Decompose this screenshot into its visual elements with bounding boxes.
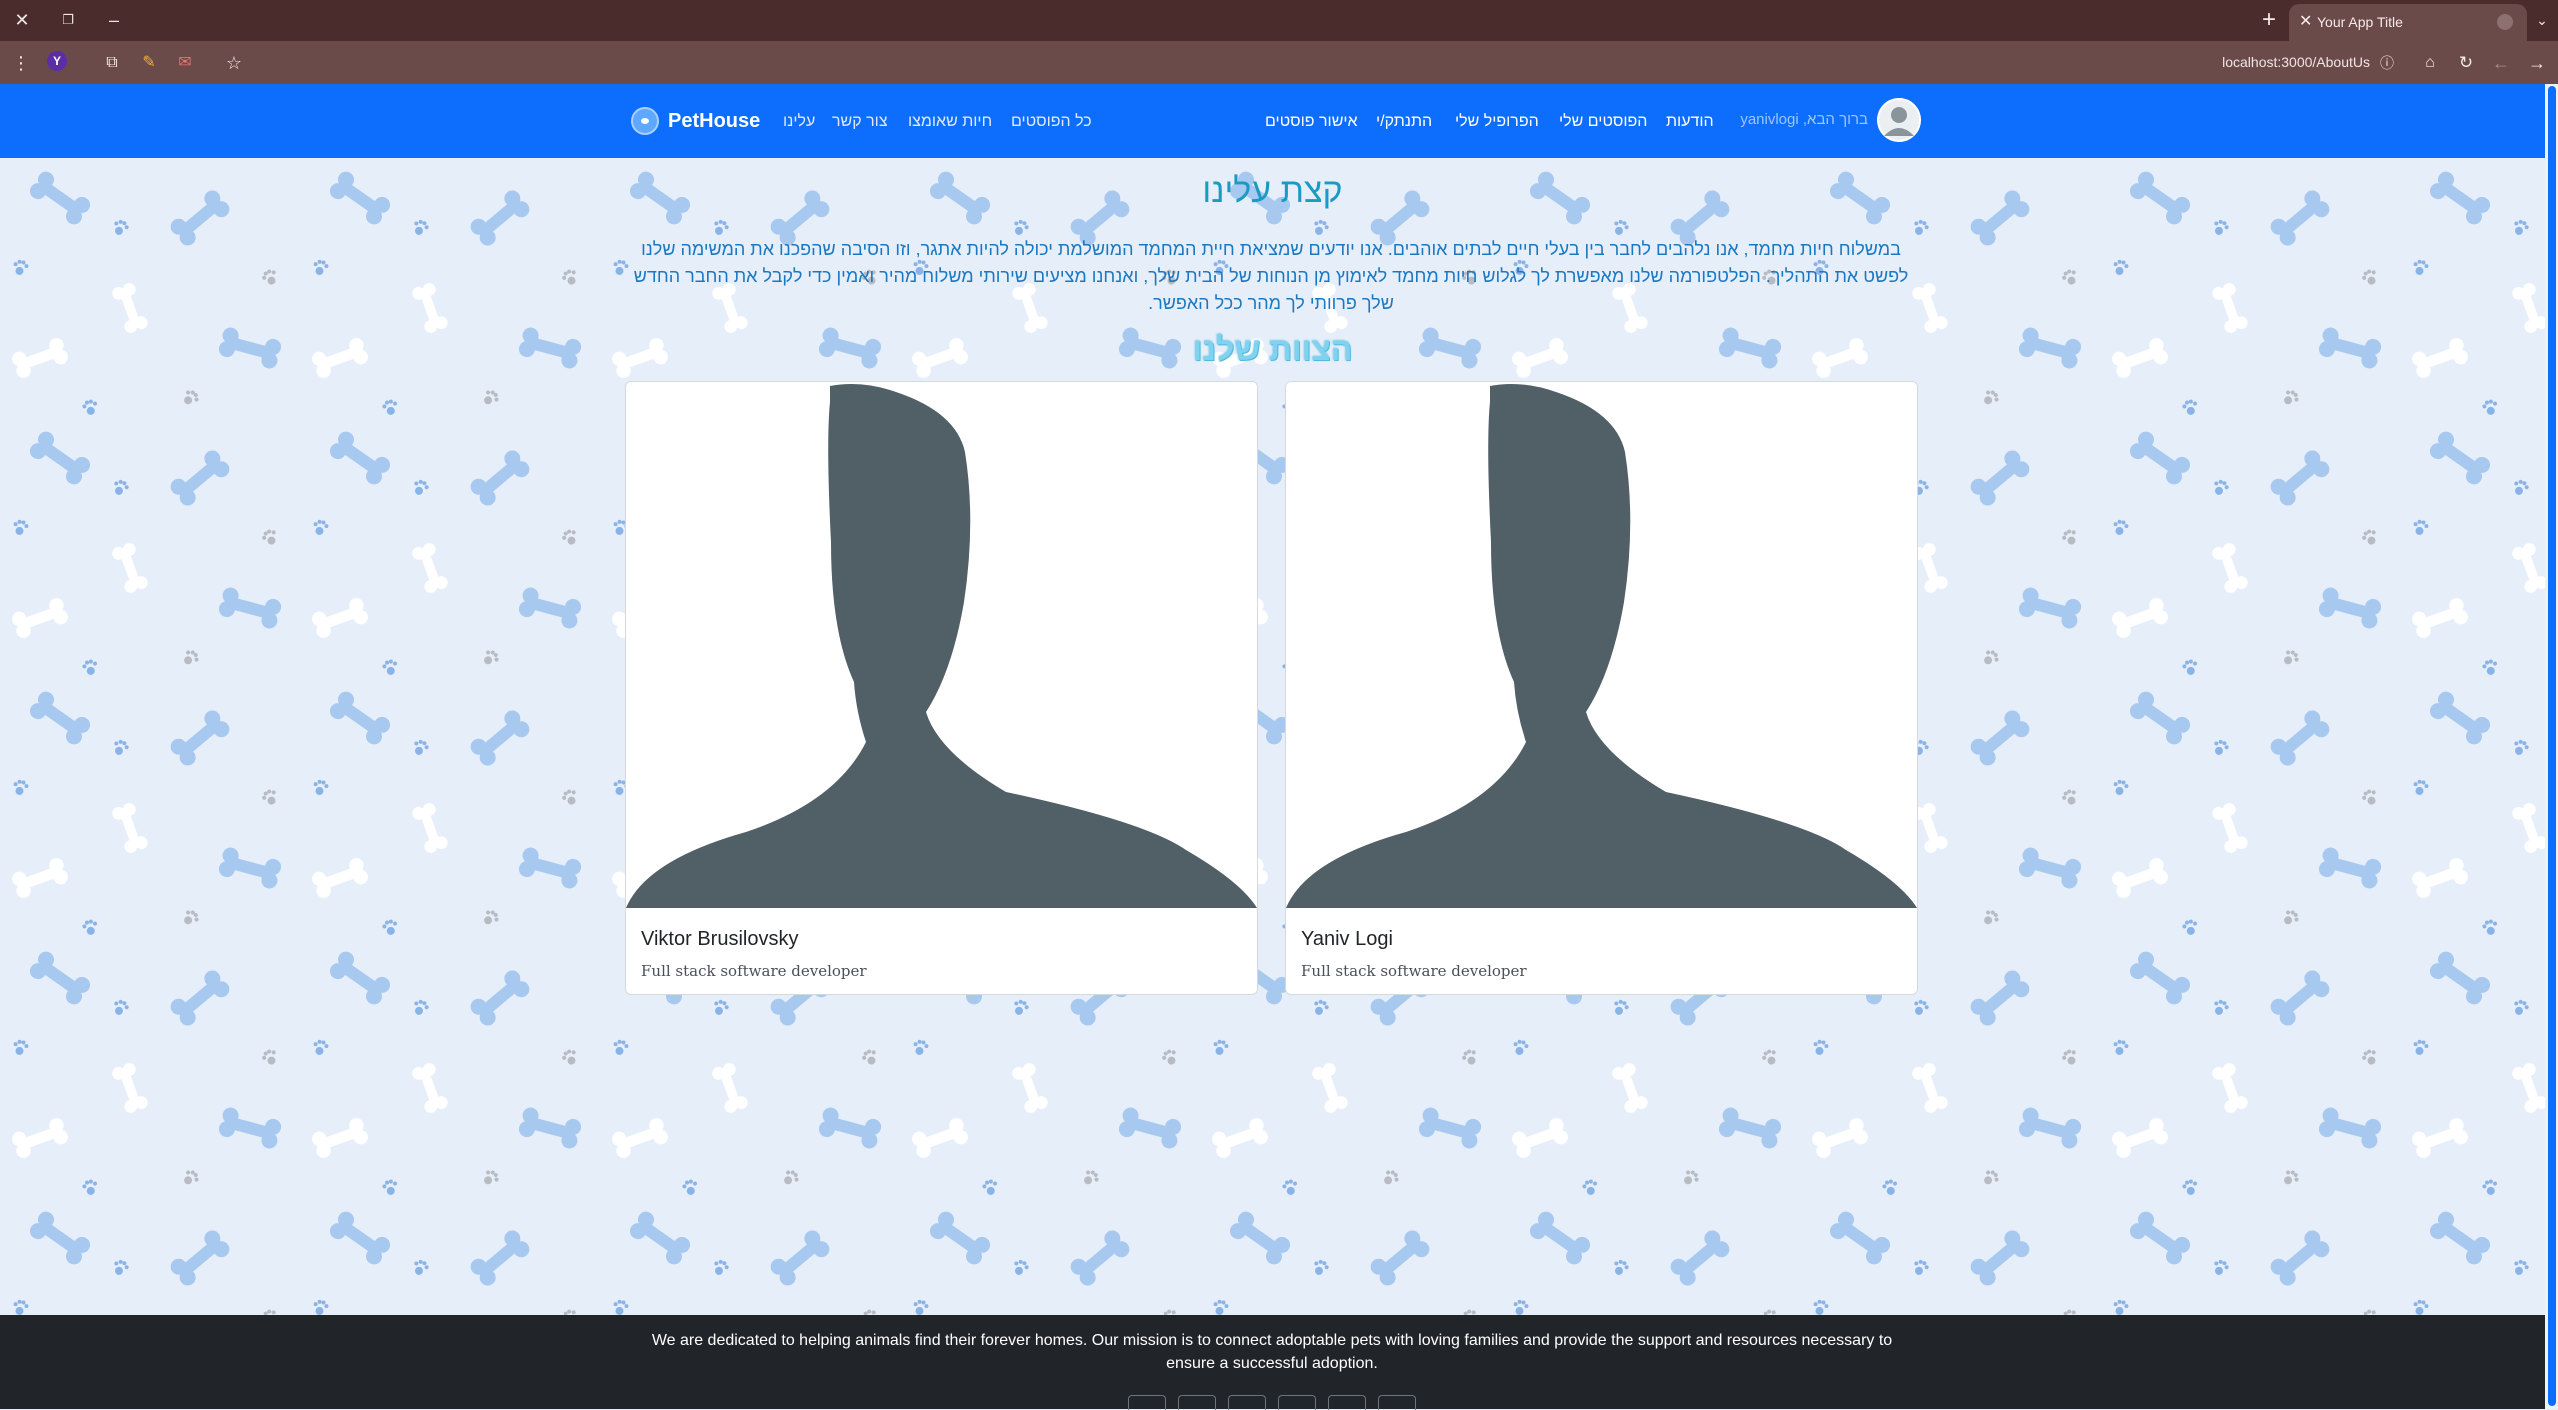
nav-about[interactable]: עלינו xyxy=(783,113,815,131)
about-page: קצת עלינו במשלוח חיות מחמד, אנו נלהבים ל… xyxy=(0,158,2545,1315)
new-tab-icon[interactable]: + xyxy=(2255,6,2283,34)
nav-logout[interactable]: התנתק/י xyxy=(1376,113,1432,131)
footer-social-button[interactable] xyxy=(1128,1395,1166,1410)
nav-contact[interactable]: צור קשר xyxy=(832,113,888,131)
brand-name: PetHouse xyxy=(668,109,761,132)
nav-adopted-pets[interactable]: חיות שאומצו xyxy=(908,113,992,131)
footer-social-button[interactable] xyxy=(1228,1395,1266,1410)
menu-icon[interactable]: ⋮ xyxy=(8,50,34,76)
browser-tab[interactable]: ✕ Your App Title xyxy=(2289,4,2527,41)
nav-all-posts[interactable]: כל הפוסטים xyxy=(1011,113,1092,131)
nav-my-profile[interactable]: הפרופיל שלי xyxy=(1455,113,1539,131)
extensions-icon[interactable]: ⧉ xyxy=(99,50,125,76)
navbar: PetHouse כל הפוסטים חיות שאומצו צור קשר … xyxy=(0,84,2545,158)
footer-social-button[interactable] xyxy=(1178,1395,1216,1410)
member-role: Full stack software developer xyxy=(641,962,867,980)
tab-list-chevron-icon[interactable]: ⌄ xyxy=(2530,7,2554,33)
nav-my-posts[interactable]: הפוסטים שלי xyxy=(1559,113,1647,131)
pethouse-logo-icon xyxy=(631,107,659,135)
minimize-icon[interactable]: – xyxy=(101,7,127,33)
info-icon[interactable]: ⓘ xyxy=(2374,50,2400,76)
user-avatar[interactable] xyxy=(1877,98,1921,142)
browser-tab-strip: ✕ ❐ – + ✕ Your App Title ⌄ xyxy=(0,0,2558,41)
mail-icon[interactable]: ✉ xyxy=(172,50,198,76)
nav-approve-posts[interactable]: אישור פוסטים xyxy=(1265,113,1358,131)
member-name: Yaniv Logi xyxy=(1301,928,1393,950)
footer-social-button[interactable] xyxy=(1278,1395,1316,1410)
restore-icon[interactable]: ❐ xyxy=(55,7,81,33)
reload-icon[interactable]: ↻ xyxy=(2453,50,2479,76)
profile-placeholder-image xyxy=(1286,382,1917,908)
pencil-icon[interactable]: ✎ xyxy=(136,50,162,76)
member-name: Viktor Brusilovsky xyxy=(641,928,799,950)
tab-close-icon[interactable]: ✕ xyxy=(2299,11,2312,31)
browser-toolbar: ⋮ ⧉ ✎ ✉ ☆ ⓘ ⌂ ↻ ← → xyxy=(0,41,2558,84)
footer-social-button[interactable] xyxy=(1378,1395,1416,1410)
footer-mission-text: We are dedicated to helping animals find… xyxy=(651,1332,1893,1372)
about-paragraph: במשלוח חיות מחמד, אנו נלהבים לחבר בין בע… xyxy=(633,239,1909,313)
member-role: Full stack software developer xyxy=(1301,962,1527,980)
bookmark-star-icon[interactable]: ☆ xyxy=(221,50,247,76)
home-icon[interactable]: ⌂ xyxy=(2417,50,2443,76)
address-bar[interactable]: localhost:3000/AboutUs xyxy=(2190,51,2370,73)
page-title: קצת עלינו xyxy=(1202,172,1343,210)
team-card: Viktor Brusilovsky Full stack software d… xyxy=(625,381,1258,995)
team-card: Yaniv Logi Full stack software developer xyxy=(1285,381,1918,995)
yahoo-extension-icon[interactable]: Y xyxy=(47,51,67,71)
footer: We are dedicated to helping animals find… xyxy=(0,1315,2545,1410)
profile-placeholder-image xyxy=(626,382,1257,908)
forward-icon[interactable]: → xyxy=(2524,50,2550,76)
tab-favicon-icon xyxy=(2497,14,2513,30)
scrollbar-thumb[interactable] xyxy=(2548,86,2556,1406)
nav-messages[interactable]: הודעות xyxy=(1666,113,1714,131)
footer-social-button[interactable] xyxy=(1328,1395,1366,1410)
user-greeting: yanivlogi ,ברוך הבא xyxy=(1740,111,1868,128)
team-heading: הצוות שלנו xyxy=(1192,331,1353,367)
brand-link[interactable]: PetHouse xyxy=(631,107,760,135)
back-icon[interactable]: ← xyxy=(2488,50,2514,76)
close-icon[interactable]: ✕ xyxy=(9,7,35,33)
tab-title: Your App Title xyxy=(2317,14,2403,30)
